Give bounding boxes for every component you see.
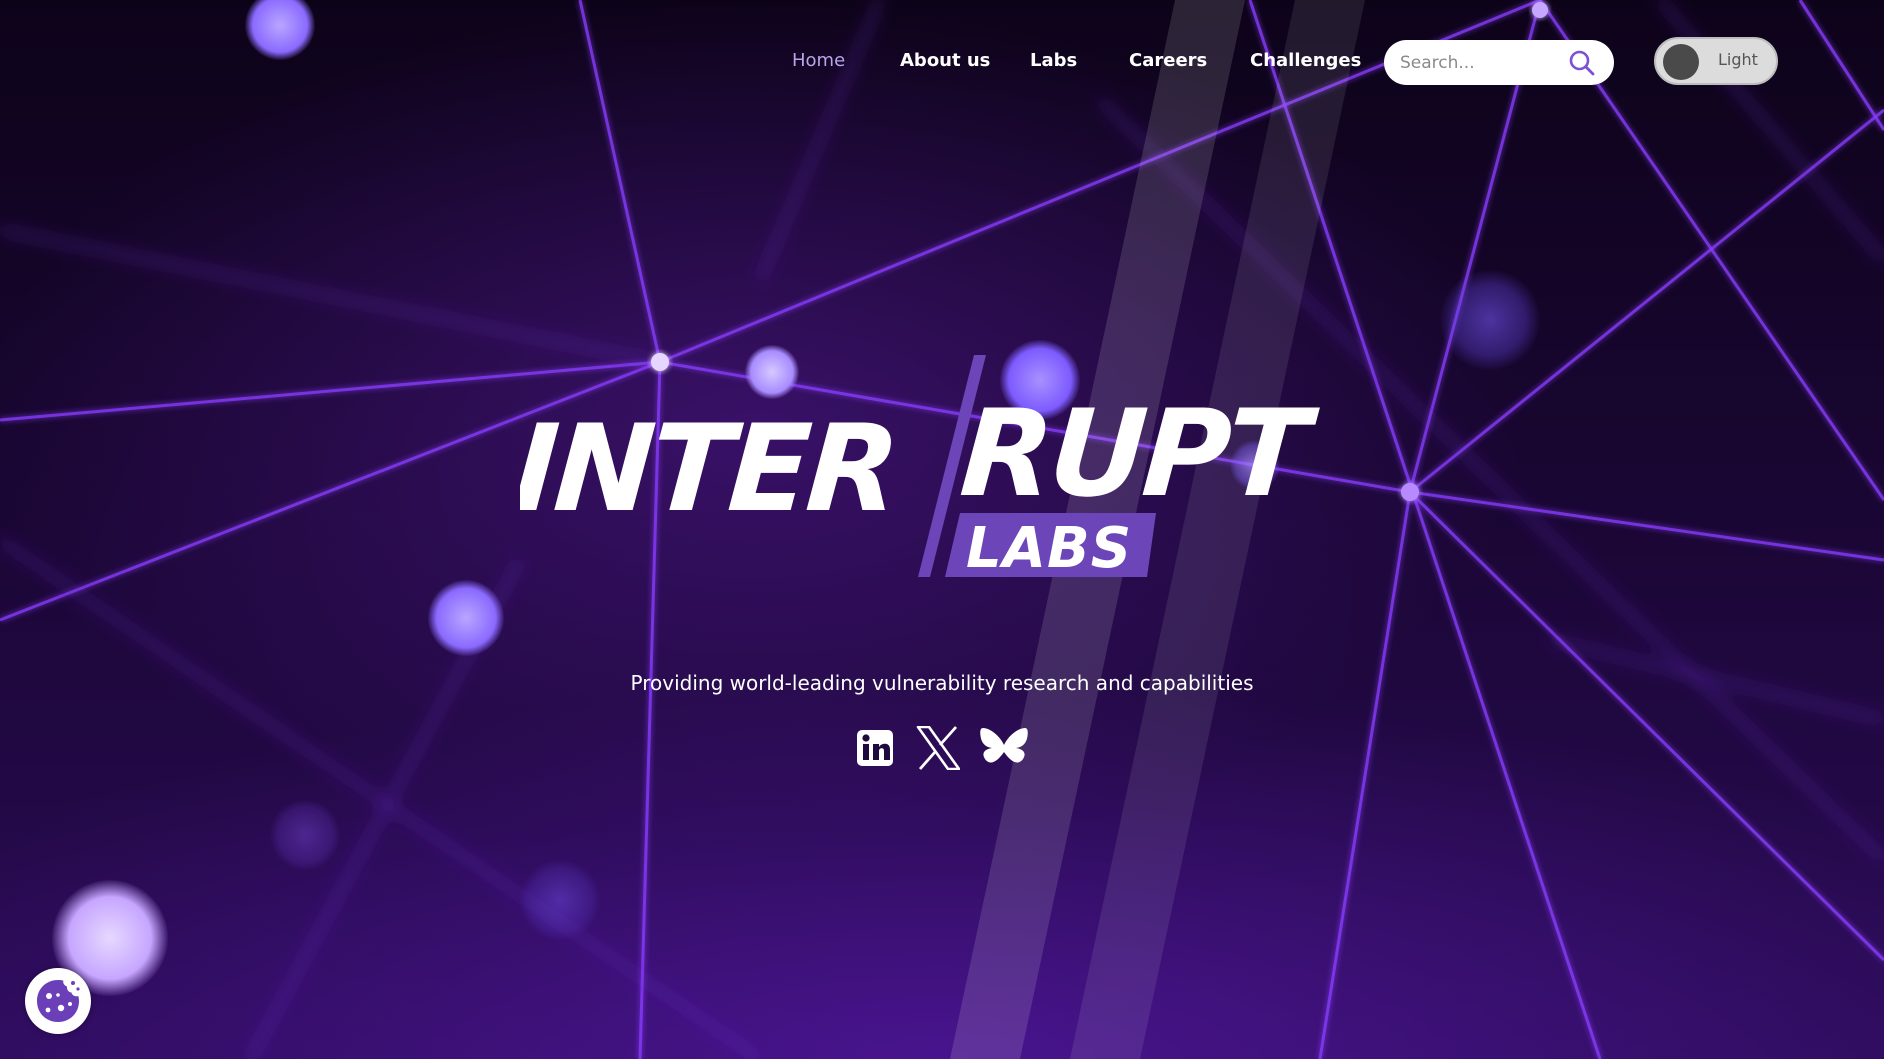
logo-word-inter: INTER (520, 399, 900, 539)
search-icon[interactable] (1568, 49, 1596, 77)
logo-word-rupt: RUPT (956, 384, 1321, 524)
nav-careers-link[interactable]: Careers (1129, 50, 1207, 71)
theme-toggle-knob (1663, 44, 1699, 80)
search-input[interactable] (1398, 49, 1562, 77)
cookie-settings-button[interactable] (25, 968, 91, 1034)
nav-labs-link[interactable]: Labs (1030, 50, 1077, 71)
hero-tagline: Providing world-leading vulnerability re… (630, 671, 1254, 695)
interrupt-labs-logo: INTER RUPT LABS (520, 355, 1322, 581)
theme-toggle[interactable]: Light (1654, 37, 1778, 85)
nav-about-link[interactable]: About us (900, 50, 990, 71)
x-icon[interactable] (916, 725, 961, 771)
logo-word-labs: LABS (966, 516, 1132, 581)
page: Home About us Labs Careers Challenges Li… (0, 0, 1884, 1059)
bluesky-icon[interactable] (980, 726, 1028, 770)
linkedin-icon[interactable] (854, 726, 898, 770)
nav-home-link[interactable]: Home (792, 50, 845, 71)
theme-toggle-label: Light (1718, 50, 1758, 69)
cookie-icon (37, 980, 80, 1022)
nav-challenges-link[interactable]: Challenges (1250, 50, 1361, 71)
search-box (1384, 40, 1614, 85)
